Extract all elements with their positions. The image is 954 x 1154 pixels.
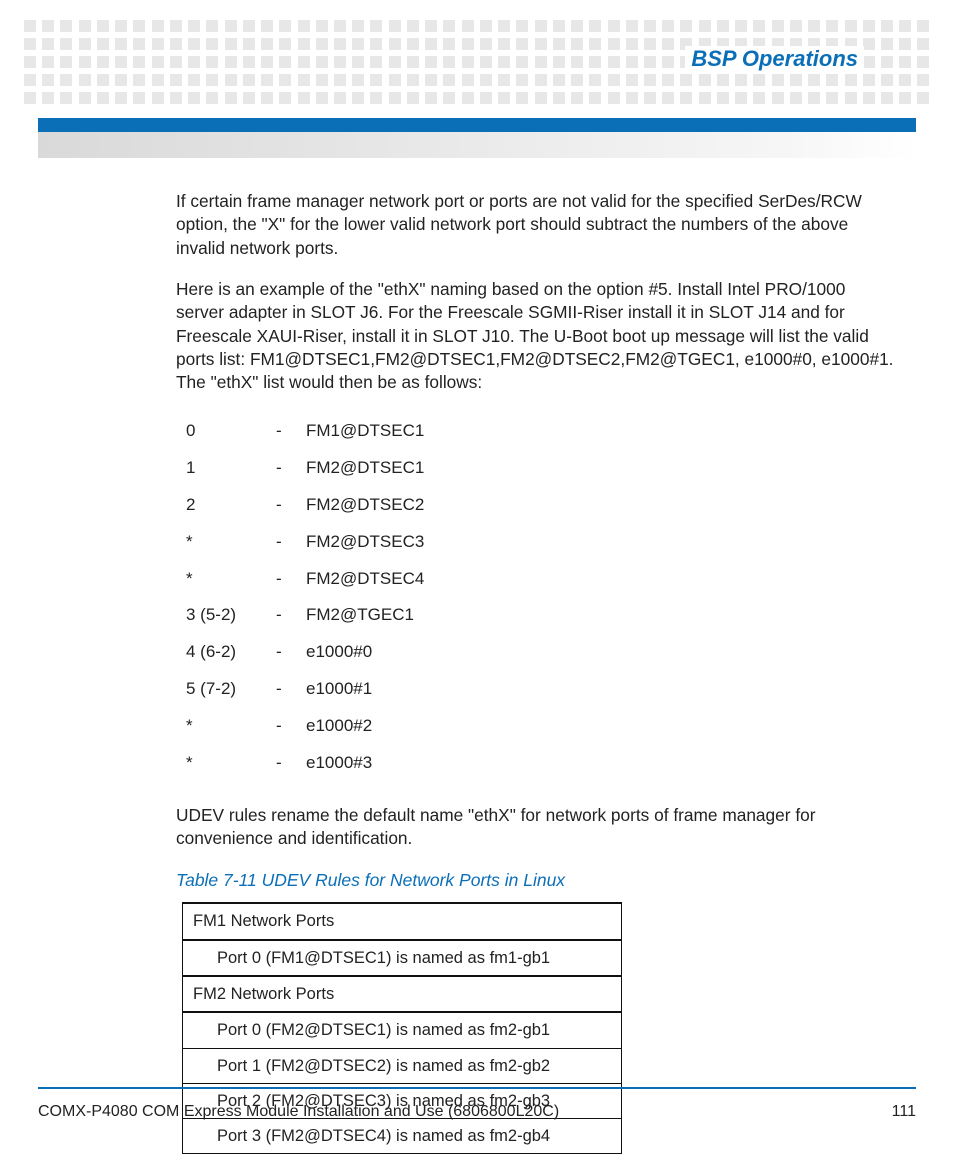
ethx-mapping-row: *-FM2@DTSEC3 [186,524,894,561]
dash: - [276,715,306,738]
udev-port-entry: Port 0 (FM2@DTSEC1) is named as fm2-gb1 [183,1012,622,1048]
ethx-index: * [186,752,276,775]
dash: - [276,752,306,775]
udev-group-header: FM1 Network Ports [183,903,622,939]
ethx-port: e1000#3 [306,752,894,775]
ethx-port: FM1@DTSEC1 [306,420,894,443]
ethx-port: FM2@DTSEC2 [306,494,894,517]
ethx-port: e1000#0 [306,641,894,664]
ethx-mapping-row: *-FM2@DTSEC4 [186,561,894,598]
running-header-title: BSP Operations [685,46,864,72]
ethx-port: e1000#1 [306,678,894,701]
ethx-index: 2 [186,494,276,517]
ethx-mapping-list: 0-FM1@DTSEC11-FM2@DTSEC12-FM2@DTSEC2 *-F… [186,413,894,782]
ethx-mapping-row: 0-FM1@DTSEC1 [186,413,894,450]
ethx-mapping-row: 3 (5-2)-FM2@TGEC1 [186,597,894,634]
paragraph: Here is an example of the "ethX" naming … [176,278,894,395]
table-row: Port 3 (FM2@DTSEC4) is named as fm2-gb4 [183,1119,622,1154]
ethx-port: FM2@DTSEC3 [306,531,894,554]
udev-port-entry: Port 0 (FM1@DTSEC1) is named as fm1-gb1 [183,940,622,976]
table-row: Port 0 (FM1@DTSEC1) is named as fm1-gb1 [183,940,622,976]
ethx-index: * [186,715,276,738]
ethx-mapping-row: 5 (7-2)-e1000#1 [186,671,894,708]
ethx-port: FM2@TGEC1 [306,604,894,627]
ethx-mapping-row: 4 (6-2)-e1000#0 [186,634,894,671]
header-rule-gray [38,132,916,158]
udev-group-header: FM2 Network Ports [183,976,622,1012]
ethx-port: FM2@DTSEC4 [306,568,894,591]
ethx-mapping-row: 2-FM2@DTSEC2 [186,487,894,524]
dash: - [276,604,306,627]
ethx-index: 0 [186,420,276,443]
table-row: FM1 Network Ports [183,903,622,939]
footer-rule [38,1087,916,1089]
udev-port-entry: Port 3 (FM2@DTSEC4) is named as fm2-gb4 [183,1119,622,1154]
table-row: FM2 Network Ports [183,976,622,1012]
dash: - [276,678,306,701]
ethx-index: 3 (5-2) [186,604,276,627]
ethx-port: e1000#2 [306,715,894,738]
ethx-index: 4 (6-2) [186,641,276,664]
paragraph: UDEV rules rename the default name "ethX… [176,804,894,851]
dash: - [276,420,306,443]
dash: - [276,568,306,591]
ethx-index: 5 (7-2) [186,678,276,701]
dash: - [276,531,306,554]
ethx-index: * [186,568,276,591]
dash: - [276,457,306,480]
table-caption: Table 7-11 UDEV Rules for Network Ports … [176,869,894,893]
footer-page-number: 111 [892,1103,916,1121]
ethx-index: * [186,531,276,554]
dash: - [276,494,306,517]
ethx-mapping-row: *-e1000#2 [186,708,894,745]
paragraph: If certain frame manager network port or… [176,190,894,260]
ethx-mapping-row: *-e1000#3 [186,745,894,782]
page-body: If certain frame manager network port or… [176,190,894,1154]
table-row: Port 1 (FM2@DTSEC2) is named as fm2-gb2 [183,1048,622,1083]
table-row: Port 0 (FM2@DTSEC1) is named as fm2-gb1 [183,1012,622,1048]
dash: - [276,641,306,664]
ethx-index: 1 [186,457,276,480]
ethx-mapping-row: 1-FM2@DTSEC1 [186,450,894,487]
udev-port-entry: Port 1 (FM2@DTSEC2) is named as fm2-gb2 [183,1048,622,1083]
ethx-port: FM2@DTSEC1 [306,457,894,480]
header-rule-blue [38,118,916,132]
footer-doc-title: COMX-P4080 COM Express Module Installati… [38,1103,559,1121]
